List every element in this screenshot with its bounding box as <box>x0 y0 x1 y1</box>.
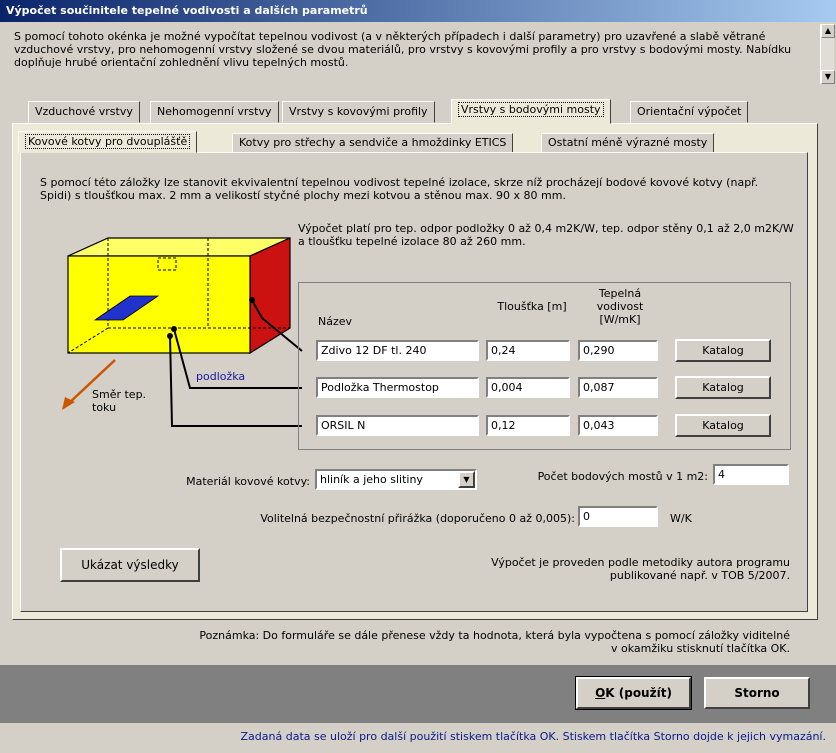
row2-name-input[interactable]: Podložka Thermostop <box>316 377 479 398</box>
subtab-kovove-kotvy[interactable]: Kovové kotvy pro dvouplášťě <box>18 131 198 153</box>
row3-conductivity-input[interactable]: 0,043 <box>578 415 658 436</box>
scroll-up-icon[interactable]: ▲ <box>821 24 835 38</box>
tab-kovove-profily[interactable]: Vrstvy s kovovými profily <box>282 101 435 123</box>
box-front <box>67 255 251 354</box>
row3-name-input[interactable]: ORSIL N <box>316 415 479 436</box>
bottom-note: Zadaná data se uloží pro další použití s… <box>240 730 826 743</box>
scrollbar[interactable]: ▲ ▼ <box>820 24 835 84</box>
scroll-down-icon[interactable]: ▼ <box>821 70 835 84</box>
ok-accel: O <box>595 686 606 700</box>
cancel-button[interactable]: Storno <box>704 677 810 709</box>
header-conductivity: Tepelná vodivost [W/mK] <box>596 287 644 326</box>
safety-input[interactable]: 0 <box>578 506 658 527</box>
show-results-button[interactable]: Ukázat výsledky <box>60 548 200 582</box>
safety-label: Volitelná bezpečnostní přirážka (doporuč… <box>260 512 575 525</box>
anchor-material-label: Materiál kovové kotvy: <box>186 475 310 488</box>
tab-vzduchove-vrstvy[interactable]: Vzduchové vrstvy <box>28 101 140 123</box>
method-note: Výpočet je proveden podle metodiky autor… <box>491 556 790 582</box>
header-thickness: Tloušťka [m] <box>497 300 567 313</box>
tab-bodove-mosty[interactable]: Vrstvy s bodovými mosty <box>451 99 611 124</box>
anchor-material-value: hliník a jeho slitiny <box>320 473 423 486</box>
bridges-count-label: Počet bodových mostů v 1 m2: <box>537 470 708 483</box>
description-text: S pomocí této záložky lze stanovit ekviv… <box>40 176 759 202</box>
chevron-down-icon[interactable]: ▼ <box>458 471 475 488</box>
header-name: Název <box>318 315 353 328</box>
row2-thickness-input[interactable]: 0,004 <box>486 377 570 398</box>
row1-name-input[interactable]: Zdivo 12 DF tl. 240 <box>316 340 479 361</box>
tab-nehomogenni-vrstvy[interactable]: Nehomogenní vrstvy <box>150 101 279 123</box>
flow-direction-label: Směr tep. toku <box>92 388 147 414</box>
intro-text: S pomocí tohoto okénka je možné vypočíta… <box>14 30 792 69</box>
row1-conductivity-input[interactable]: 0,290 <box>578 340 658 361</box>
row2-catalog-button[interactable]: Katalog <box>675 376 771 399</box>
row3-thickness-input[interactable]: 0,12 <box>486 415 570 436</box>
row1-thickness-input[interactable]: 0,24 <box>486 340 570 361</box>
wall-diagram: podložka <box>62 237 303 427</box>
window-title: Výpočet součinitele tepelné vodivosti a … <box>0 0 836 22</box>
row1-catalog-button[interactable]: Katalog <box>675 339 771 362</box>
ok-button[interactable]: OK (použít) <box>575 676 692 710</box>
ok-label: K (použít) <box>605 686 672 700</box>
validity-text: Výpočet platí pro tep. odpor podložky 0 … <box>298 222 794 248</box>
safety-unit: W/K <box>670 512 692 525</box>
row2-conductivity-input[interactable]: 0,087 <box>578 377 658 398</box>
subtab-ostatni-mosty[interactable]: Ostatní méně výrazné mosty <box>541 133 715 153</box>
tab-orientacni-vypocet[interactable]: Orientační výpočet <box>630 101 749 123</box>
row3-catalog-button[interactable]: Katalog <box>675 414 771 437</box>
bridges-count-input[interactable]: 4 <box>713 464 789 485</box>
podlozka-label: podložka <box>196 370 245 383</box>
anchor-material-select[interactable]: hliník a jeho slitiny ▼ <box>315 469 477 490</box>
note-text: Poznámka: Do formuláře se dále přenese v… <box>199 629 790 655</box>
subtab-kotvy-strechy[interactable]: Kotvy pro střechy a sendviče a hmoždinky… <box>232 133 514 153</box>
